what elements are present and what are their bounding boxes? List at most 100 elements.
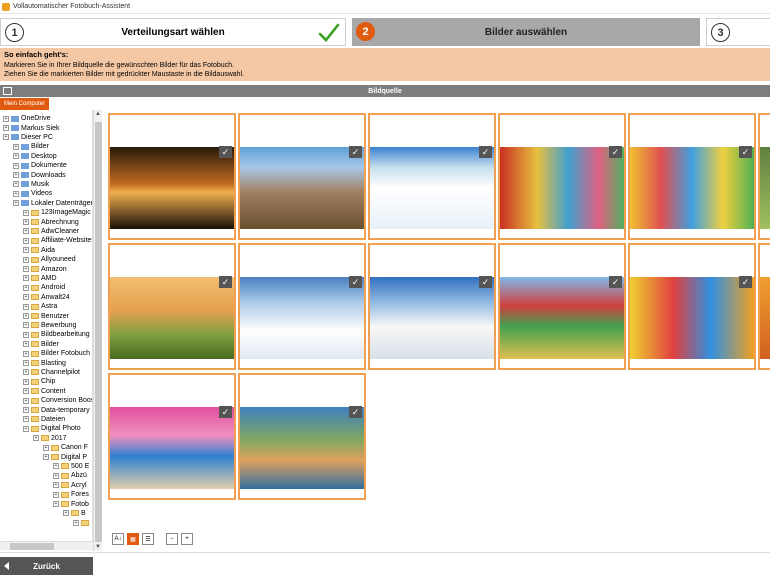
expand-icon[interactable]: + [43,454,49,461]
tree-item[interactable]: + Blasting [23,358,66,367]
expand-icon[interactable]: + [23,247,29,254]
expand-icon[interactable]: + [53,463,59,470]
selected-check-icon[interactable]: ✓ [349,406,362,418]
scroll-thumb[interactable] [95,122,102,542]
selected-check-icon[interactable]: ✓ [219,146,232,158]
tree-item[interactable]: + Bilder [23,340,59,349]
expand-icon[interactable]: + [23,369,29,376]
expand-icon[interactable]: + [23,416,29,423]
back-button[interactable]: Zurück [0,557,93,575]
tree-item[interactable]: + Amazon [23,264,67,273]
photo-tile[interactable]: ✓ [498,113,626,240]
hscroll-thumb[interactable] [10,543,54,550]
photo-tile[interactable]: ✓ [628,243,756,370]
expand-icon[interactable]: + [23,425,29,432]
expand-icon[interactable]: + [23,313,29,320]
selected-check-icon[interactable]: ✓ [219,276,232,288]
expand-icon[interactable]: + [3,115,9,122]
tree-item[interactable]: + Chip [23,377,55,386]
tree-item[interactable]: + Benutzer [23,311,69,320]
tree-item[interactable]: + Bildbearbeitung [23,330,90,339]
expand-icon[interactable]: + [23,331,29,338]
tree-item[interactable]: + Bewerbung [23,321,76,330]
expand-icon[interactable]: + [23,209,29,216]
tree-item[interactable]: + Aida [23,246,55,255]
tree-item[interactable]: +123ImageMagic [23,208,91,217]
tree-item[interactable]: + Lokaler Datenträger [13,199,92,208]
expand-icon[interactable]: + [23,397,29,404]
expand-icon[interactable]: + [53,482,59,489]
tree-item[interactable]: + Markus Siek [3,123,60,132]
expand-icon[interactable]: + [3,125,9,132]
photo-tile[interactable]: ✓ [108,243,236,370]
tree-item[interactable]: + Content [23,387,66,396]
tree-item[interactable]: + AMD [23,274,57,283]
scroll-down-icon[interactable]: ▼ [95,544,101,550]
expand-icon[interactable]: + [23,256,29,263]
tree-item[interactable]: + Conversion Boost [23,396,92,405]
expand-icon[interactable]: + [53,472,59,479]
tree-item[interactable]: + [73,518,91,527]
tree-item[interactable]: + AdwCleaner [23,227,79,236]
expand-icon[interactable]: + [23,284,29,291]
expand-icon[interactable]: + [13,162,19,169]
tree-item[interactable]: + Data-temporary [23,405,90,414]
tree-item[interactable]: + Android [23,283,65,292]
step-2[interactable]: 2 Bilder auswählen [352,18,700,46]
expand-icon[interactable]: + [13,200,19,207]
selected-check-icon[interactable]: ✓ [739,276,752,288]
scroll-up-icon[interactable]: ▲ [95,111,101,117]
expand-icon[interactable]: + [23,275,29,282]
tree-item[interactable]: + Fores [53,490,89,499]
tree-item[interactable]: + Digital P [43,452,87,461]
tree-item[interactable]: + Acryl [53,481,87,490]
photo-tile[interactable]: ✓ [758,113,770,240]
expand-icon[interactable]: + [23,350,29,357]
tree-item[interactable]: + Anwalt24 [23,293,70,302]
photo-tile[interactable]: ✓ [368,113,496,240]
expand-icon[interactable]: + [13,143,19,150]
selected-check-icon[interactable]: ✓ [479,146,492,158]
selected-check-icon[interactable]: ✓ [219,406,232,418]
photo-tile[interactable]: ✓ [108,373,236,500]
tree-item[interactable]: + Dieser PC [3,133,53,142]
expand-icon[interactable]: + [73,519,79,526]
selected-check-icon[interactable]: ✓ [609,146,622,158]
zoom-out-icon[interactable]: − [166,533,178,545]
photo-tile[interactable]: ✓ [238,243,366,370]
grid-view-icon[interactable]: ▦ [127,533,139,545]
tree-item[interactable]: + Channelpilot [23,368,80,377]
expand-icon[interactable]: + [23,237,29,244]
expand-icon[interactable]: + [3,134,9,141]
tree-vertical-scrollbar[interactable]: ▲ ▼ [93,110,102,551]
expand-icon[interactable]: + [23,219,29,226]
expand-icon[interactable]: + [23,341,29,348]
my-computer-tab[interactable]: Mein Computer [0,98,49,110]
selected-check-icon[interactable]: ✓ [739,146,752,158]
expand-icon[interactable]: + [23,303,29,310]
photo-tile[interactable]: ✓ [368,243,496,370]
tree-horizontal-scrollbar[interactable] [0,541,93,550]
tree-item[interactable]: + Desktop [13,152,57,161]
expand-icon[interactable]: + [23,322,29,329]
tree-item[interactable]: + Digital Photo [23,424,81,433]
tree-item[interactable]: + Bilder [13,142,49,151]
photo-tile[interactable]: ✓ [108,113,236,240]
selected-check-icon[interactable]: ✓ [479,276,492,288]
selected-check-icon[interactable]: ✓ [609,276,622,288]
tree-item[interactable]: + Canon F [43,443,88,452]
folder-tree[interactable]: + OneDrive + Markus Siek + Dieser PC + Bilder + D… [0,110,93,551]
selected-check-icon[interactable]: ✓ [349,276,362,288]
photo-tile[interactable]: ✓ [628,113,756,240]
tree-item[interactable]: + Abzü [53,471,87,480]
list-view-icon[interactable]: ☰ [142,533,154,545]
expand-icon[interactable]: + [13,190,19,197]
selected-check-icon[interactable]: ✓ [349,146,362,158]
tree-item[interactable]: +2017 [33,434,67,443]
expand-icon[interactable]: + [13,181,19,188]
tree-item[interactable]: + Astra [23,302,57,311]
expand-icon[interactable]: + [23,294,29,301]
expand-icon[interactable]: + [23,407,29,414]
photo-tile[interactable]: ✓ [238,373,366,500]
photo-tile[interactable]: ✓ [238,113,366,240]
